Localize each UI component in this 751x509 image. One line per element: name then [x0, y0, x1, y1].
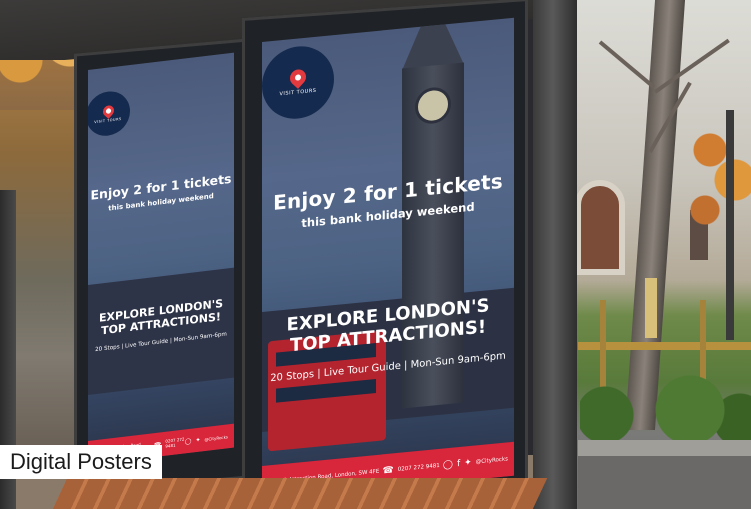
footer-phone: 0207 272 9481	[397, 462, 440, 473]
footer-handle: @CityRocks	[204, 433, 229, 442]
location-pin-icon	[286, 66, 310, 89]
instagram-icon: ◯	[442, 459, 453, 471]
building-arch	[575, 180, 625, 275]
curb	[578, 440, 751, 456]
photo-scene: VISIT TOURS Enjoy 2 for 1 tickets this b…	[0, 0, 751, 509]
sign-post	[645, 278, 657, 338]
logo-text: VISIT TOURS	[279, 87, 317, 98]
location-pin-icon	[100, 102, 116, 119]
tree-leaves	[690, 120, 751, 230]
poster-small: VISIT TOURS Enjoy 2 for 1 tickets this b…	[88, 52, 234, 466]
instagram-icon: ◯	[184, 437, 192, 445]
phone-icon: ☎	[382, 465, 394, 477]
twitter-icon: ✦	[195, 436, 201, 444]
wooden-bench	[52, 478, 548, 509]
twitter-icon: ✦	[464, 457, 472, 469]
shelter-pillar-right	[533, 0, 577, 509]
brand-logo: VISIT TOURS	[88, 88, 130, 139]
pavement	[578, 456, 751, 509]
lamp-post	[726, 110, 734, 340]
brand-logo: VISIT TOURS	[262, 43, 334, 123]
footer-phone: 0207 272 9481	[165, 436, 185, 449]
footer-handle: @CityRocks	[475, 456, 508, 466]
poster-large: VISIT TOURS Enjoy 2 for 1 tickets this b…	[262, 17, 514, 500]
image-caption: Digital Posters	[0, 445, 162, 479]
bus-window	[276, 379, 376, 403]
bushes	[580, 375, 751, 445]
facebook-icon: f	[456, 458, 461, 470]
